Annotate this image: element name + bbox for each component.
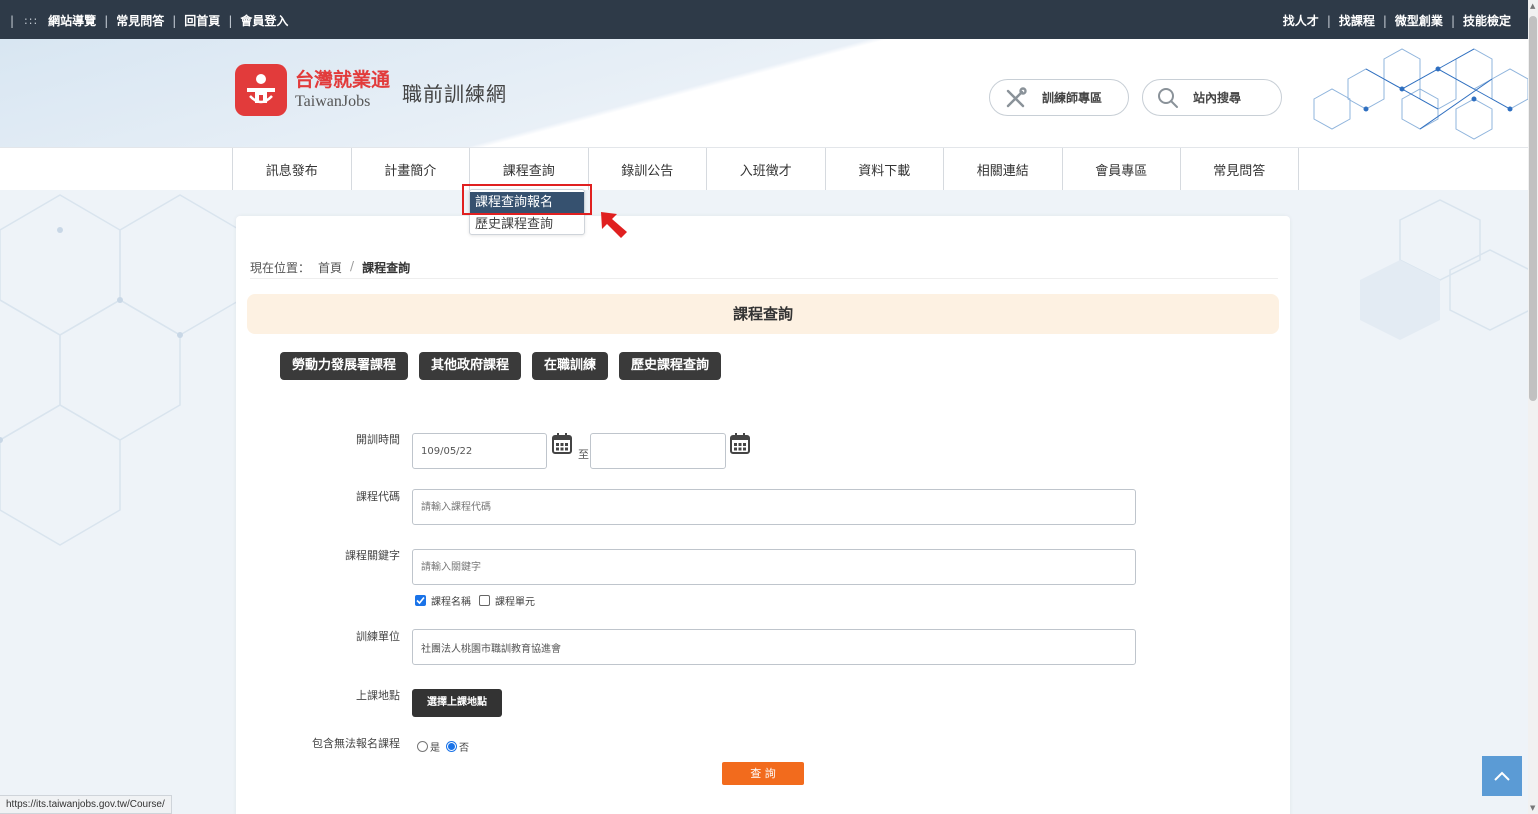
course-type-tabs: 勞動力發展署課程 其他政府課程 在職訓練 歷史課程查詢: [280, 352, 732, 380]
site-name: 職前訓練網: [402, 81, 508, 106]
tab-history-courses[interactable]: 歷史課程查詢: [619, 352, 722, 380]
top-left-links: | ::: 網站導覽 | 常見問答 | 回首頁 | 會員登入: [10, 12, 288, 29]
logo-wordmark: 台灣就業通 TaiwanJobs: [295, 68, 391, 110]
main-navigation: 訊息發布 計畫簡介 課程查詢 錄訓公告 入班徵才 資料下載 相關連結 會員專區 …: [0, 147, 1528, 190]
keyword-label: 課程關鍵字: [345, 549, 400, 562]
course-unit-checkbox-label: 課程單元: [495, 597, 535, 608]
logo-zh-text: 台灣就業通: [295, 68, 391, 91]
search-icon: [1158, 87, 1178, 108]
taiwanjobs-logo-icon: [235, 64, 287, 116]
nav-item-member-zone[interactable]: 會員專區: [1061, 148, 1181, 190]
tab-wda-courses[interactable]: 勞動力發展署課程: [280, 352, 409, 380]
scroll-up-icon[interactable]: ▲: [1530, 2, 1535, 10]
back-to-top-button[interactable]: [1482, 756, 1522, 796]
site-header: 台灣就業通 TaiwanJobs 職前訓練網 訓練師專區 站內搜尋: [0, 39, 1528, 147]
date-range-to-label: 至: [578, 448, 589, 461]
divider: |: [228, 13, 233, 28]
course-code-label: 課程代碼: [356, 490, 400, 503]
nav-item-plan-intro[interactable]: 計畫簡介: [350, 148, 470, 190]
calendar-icon[interactable]: [730, 432, 750, 454]
divider: [250, 278, 1278, 279]
include-unavailable-label: 包含無法報名課程: [312, 737, 400, 750]
radio-no[interactable]: [446, 741, 457, 752]
trainer-zone-button[interactable]: 訓練師專區: [989, 79, 1129, 116]
top-link-faq[interactable]: 常見問答: [116, 12, 164, 29]
top-link-find-talent[interactable]: 找人才: [1283, 12, 1319, 29]
start-date-input[interactable]: [412, 433, 547, 469]
highlight-annotation: [462, 184, 592, 215]
hexagon-decoration: [1313, 48, 1528, 140]
site-search-label: 站內搜尋: [1193, 91, 1242, 105]
content-card: 現在位置： 首頁 / 課程查詢 課程查詢 勞動力發展署課程 其他政府課程 在職訓…: [236, 216, 1290, 814]
divider: |: [1382, 13, 1387, 28]
top-link-home[interactable]: 回首頁: [184, 12, 220, 29]
nav-item-class-recruit[interactable]: 入班徵才: [706, 148, 825, 190]
chevron-up-icon: [1494, 771, 1510, 781]
checkmark-icon: [416, 596, 425, 605]
top-right-links: 找人才 | 找課程 | 微型創業 | 技能檢定: [1283, 12, 1511, 29]
location-label: 上課地點: [356, 689, 400, 702]
top-link-find-course[interactable]: 找課程: [1339, 12, 1375, 29]
scroll-down-icon[interactable]: ▼: [1530, 804, 1535, 812]
page-title: 課程查詢: [247, 294, 1279, 334]
query-button[interactable]: 查 詢: [722, 762, 804, 785]
divider: |: [1450, 13, 1455, 28]
include-unavailable-radios: 是 否: [417, 739, 475, 754]
breadcrumb-current: 課程查詢: [362, 261, 411, 275]
end-date-input[interactable]: [590, 433, 726, 469]
breadcrumb-home[interactable]: 首頁: [318, 259, 342, 276]
nav-item-downloads[interactable]: 資料下載: [824, 148, 944, 190]
radio-no-label: 否: [459, 743, 469, 754]
nav-item-faq[interactable]: 常見問答: [1180, 148, 1299, 190]
scrollbar-thumb[interactable]: [1529, 16, 1537, 401]
site-search-button[interactable]: 站內搜尋: [1142, 79, 1282, 116]
course-code-input[interactable]: [412, 489, 1136, 525]
dropdown-item-history-query[interactable]: 歷史課程查詢: [470, 214, 584, 236]
pointer-arrow-icon: [601, 212, 627, 238]
top-link-skill-test[interactable]: 技能檢定: [1463, 12, 1511, 29]
select-location-button[interactable]: 選擇上課地點: [412, 689, 502, 717]
browser-status-url: https://its.taiwanjobs.gov.tw/Course/: [0, 795, 172, 814]
tab-other-gov-courses[interactable]: 其他政府課程: [419, 352, 522, 380]
start-date-label: 開訓時間: [356, 433, 400, 446]
keyword-scope-checkboxes: 課程名稱 課程單元: [415, 593, 543, 608]
divider: |: [104, 13, 109, 28]
breadcrumb-label: 現在位置：: [250, 261, 311, 275]
keyword-input[interactable]: [412, 549, 1136, 585]
course-name-checkbox-label: 課程名稱: [431, 597, 471, 608]
top-utility-bar: | ::: 網站導覽 | 常見問答 | 回首頁 | 會員登入 找人才 | 找課程…: [0, 0, 1528, 39]
tab-on-job-training[interactable]: 在職訓練: [532, 352, 609, 380]
page-scrollbar[interactable]: ▲ ▼: [1528, 0, 1538, 814]
nav-item-related-links[interactable]: 相關連結: [943, 148, 1062, 190]
top-link-login[interactable]: 會員登入: [240, 12, 288, 29]
course-unit-checkbox[interactable]: [479, 595, 490, 606]
accesskey-marker[interactable]: :::: [24, 14, 38, 27]
logo-en-text: TaiwanJobs: [295, 92, 371, 110]
nav-item-news[interactable]: 訊息發布: [232, 148, 351, 190]
divider: |: [172, 13, 177, 28]
course-name-checkbox[interactable]: [415, 595, 426, 606]
site-logo[interactable]: 台灣就業通 TaiwanJobs 職前訓練網: [235, 64, 507, 116]
tools-icon: [1006, 86, 1027, 107]
radio-yes-label: 是: [430, 743, 440, 754]
training-unit-label: 訓練單位: [356, 630, 400, 643]
training-unit-input[interactable]: [412, 629, 1136, 665]
top-link-micro-startup[interactable]: 微型創業: [1395, 12, 1443, 29]
nav-item-admission-notice[interactable]: 錄訓公告: [587, 148, 707, 190]
divider: |: [1326, 13, 1331, 28]
divider: |: [10, 13, 15, 28]
breadcrumb-separator: /: [350, 259, 355, 273]
trainer-zone-label: 訓練師專區: [1042, 91, 1103, 105]
breadcrumb: 現在位置： 首頁 / 課程查詢: [250, 259, 410, 276]
radio-yes[interactable]: [417, 741, 428, 752]
top-link-sitemap[interactable]: 網站導覽: [48, 12, 96, 29]
calendar-icon[interactable]: [552, 432, 572, 454]
